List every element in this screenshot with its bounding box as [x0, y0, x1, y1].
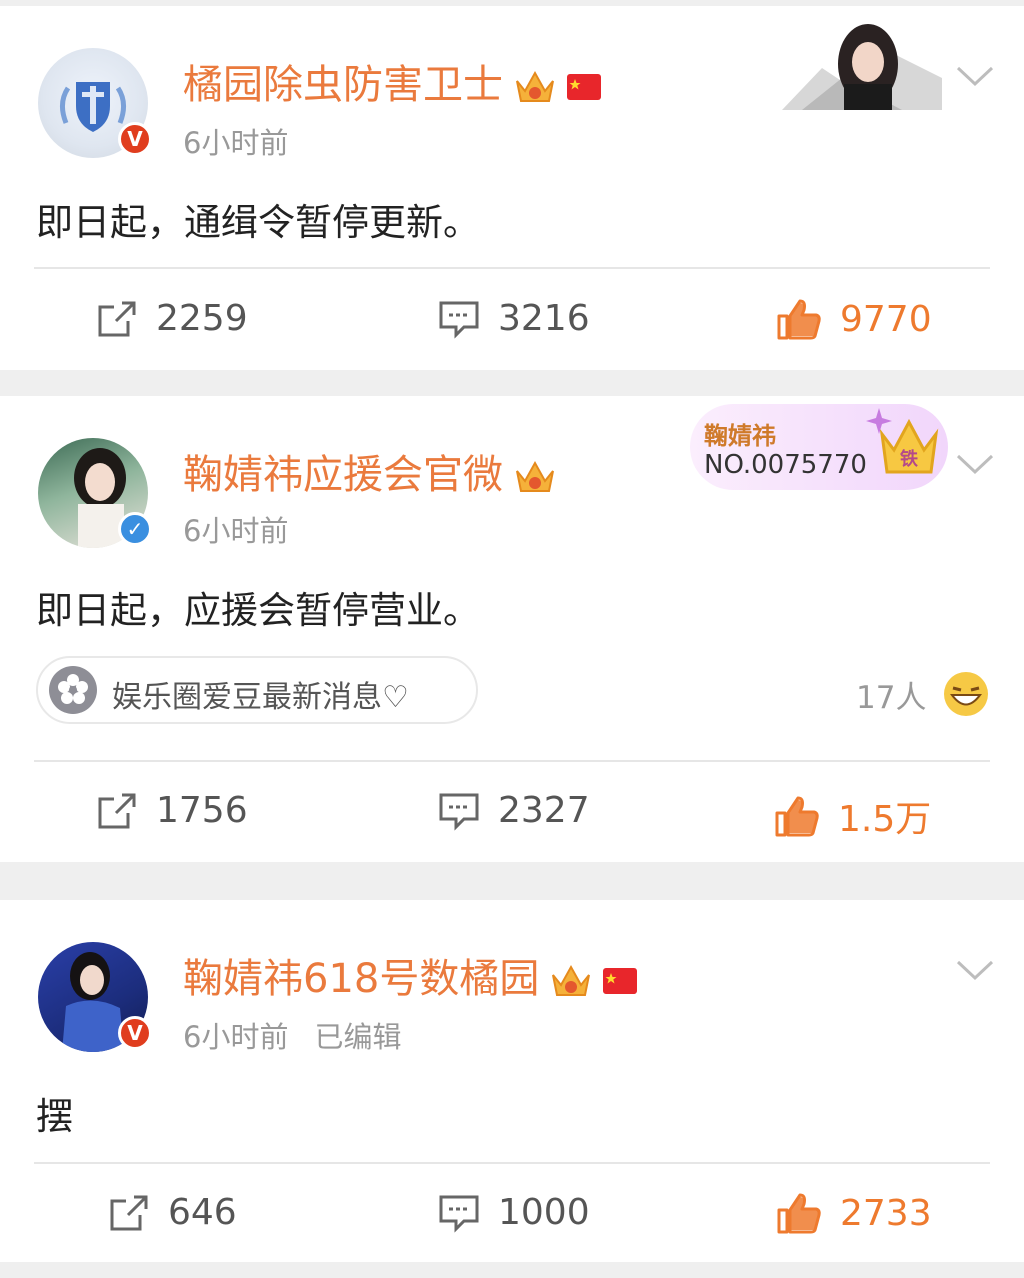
repost-count: 2259	[156, 298, 248, 339]
author-cover-image	[782, 18, 942, 110]
post-meta: 6小时前 已编辑	[183, 1014, 401, 1056]
supertopic-tag[interactable]: 娱乐圈爱豆最新消息♡	[36, 656, 478, 724]
like-icon	[777, 299, 821, 340]
comment-button[interactable]: 2327	[438, 790, 590, 831]
verified-badge: V	[118, 122, 152, 156]
author-name-text: 鞠婧祎618号数橘园	[183, 956, 540, 1002]
post-meta: 6小时前	[183, 508, 288, 550]
author-name[interactable]: 橘园除虫防害卫士	[183, 52, 603, 110]
avatar[interactable]: ✓	[38, 438, 152, 548]
repost-count: 646	[168, 1192, 237, 1233]
post-text: 即日起，应援会暂停营业。	[36, 589, 480, 632]
repost-icon	[98, 301, 136, 336]
repost-button[interactable]: 646	[108, 1192, 237, 1233]
post-time: 6小时前	[183, 1020, 289, 1054]
chevron-down-icon[interactable]	[955, 64, 995, 88]
verified-badge: ✓	[118, 512, 152, 546]
like-button[interactable]: 2733	[776, 1192, 932, 1234]
avatar[interactable]: V	[38, 942, 152, 1052]
post-meta: 6小时前	[183, 120, 288, 162]
comment-icon	[439, 1195, 479, 1233]
verified-badge: V	[118, 1016, 152, 1050]
post-card: V 橘园除虫防害卫士 6小时前 即日起，通缉令暂停更新。 2259 3216 9…	[0, 6, 1024, 370]
author-name-text: 鞠婧祎应援会官微	[183, 452, 503, 498]
chevron-down-icon[interactable]	[955, 452, 995, 476]
fan-badge-card[interactable]: 鞠婧祎 NO.0075770 铁	[690, 404, 948, 490]
post-card: V 鞠婧祎618号数橘园 6小时前 已编辑 摆 646 1000 2733	[0, 900, 1024, 1262]
author-name[interactable]: 鞠婧祎应援会官微	[183, 442, 557, 500]
flag-icon	[567, 74, 601, 100]
repost-icon	[98, 793, 136, 828]
fan-level-label: 铁	[900, 448, 918, 470]
like-count: 2733	[840, 1192, 932, 1234]
laughing-emoji-icon	[944, 672, 989, 716]
fan-badge-name: 鞠婧祎	[704, 422, 776, 450]
repost-icon	[110, 1195, 148, 1230]
flower-icon	[49, 666, 97, 714]
reaction-count: 17人	[856, 679, 927, 716]
post-time: 6小时前	[183, 126, 289, 160]
crown-icon	[516, 460, 554, 492]
post-time: 6小时前	[183, 514, 289, 548]
crown-icon	[552, 964, 591, 996]
repost-button[interactable]: 2259	[96, 298, 248, 339]
like-icon	[777, 1193, 821, 1234]
comment-count: 1000	[498, 1192, 590, 1233]
like-count: 9770	[840, 298, 932, 340]
comment-button[interactable]: 1000	[438, 1192, 590, 1233]
supertopic-label: 娱乐圈爱豆最新消息♡	[112, 680, 409, 715]
like-count: 1.5万	[838, 799, 932, 840]
chevron-down-icon[interactable]	[955, 958, 995, 982]
divider	[34, 1162, 990, 1164]
post-text: 即日起，通缉令暂停更新。	[36, 201, 480, 244]
comment-icon	[439, 793, 479, 831]
repost-button[interactable]: 1756	[96, 790, 248, 831]
divider	[34, 267, 990, 269]
like-button[interactable]: 9770	[776, 298, 932, 340]
edited-label: 已编辑	[314, 1020, 402, 1054]
comment-button[interactable]: 3216	[438, 298, 590, 339]
like-icon	[775, 796, 819, 837]
author-name-text: 橘园除虫防害卫士	[183, 62, 503, 108]
repost-count: 1756	[156, 790, 248, 831]
crown-icon	[516, 70, 554, 102]
comment-icon	[439, 301, 479, 339]
like-button[interactable]: 1.5万	[774, 790, 931, 842]
fan-badge-number: NO.0075770	[704, 450, 867, 480]
flag-icon	[603, 968, 638, 994]
sparkle-icon	[866, 408, 892, 434]
post-text: 摆	[36, 1095, 73, 1138]
author-name[interactable]: 鞠婧祎618号数橘园	[183, 946, 639, 1004]
divider	[34, 760, 990, 762]
avatar[interactable]: V	[38, 48, 152, 158]
comment-count: 3216	[498, 298, 590, 339]
comment-count: 2327	[498, 790, 590, 831]
reaction-summary[interactable]: 17人	[856, 670, 990, 718]
